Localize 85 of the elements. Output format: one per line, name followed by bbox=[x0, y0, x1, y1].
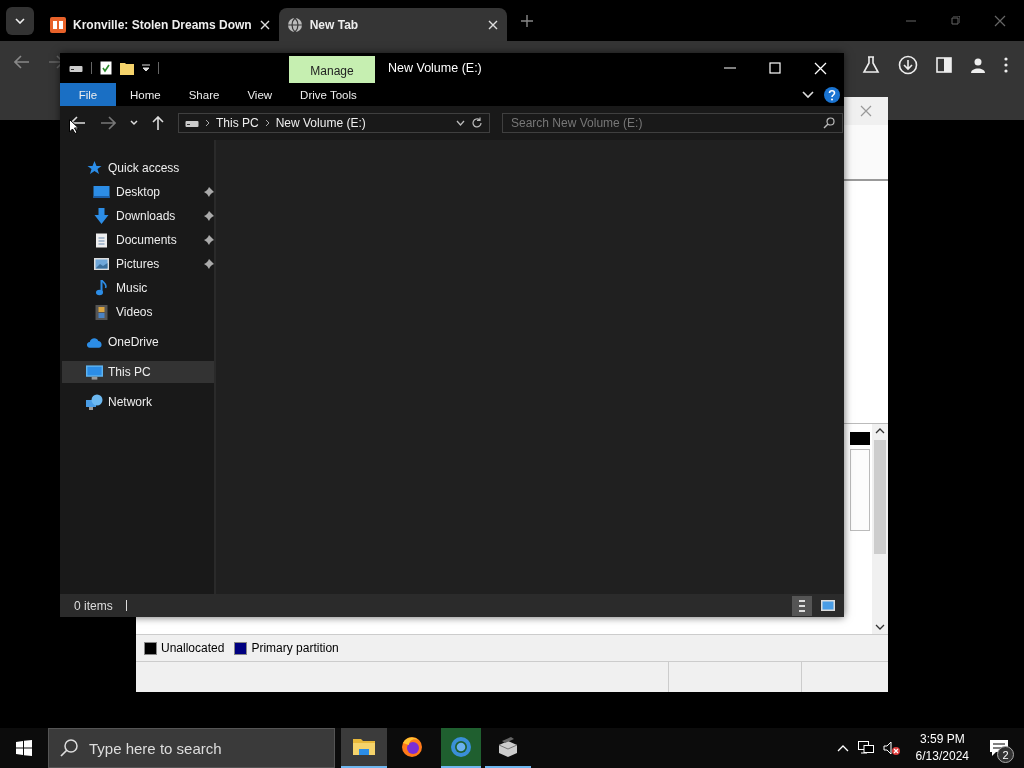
globe-icon bbox=[286, 16, 303, 33]
browser-tab[interactable]: Kronville: Stolen Dreams Down bbox=[42, 8, 279, 41]
breadcrumb[interactable]: This PC bbox=[216, 116, 259, 130]
partition-bar bbox=[850, 432, 870, 445]
site-logo-icon bbox=[50, 16, 66, 33]
network-icon bbox=[86, 394, 103, 410]
nav-item[interactable]: Network bbox=[62, 391, 214, 413]
help-icon[interactable] bbox=[824, 86, 840, 103]
mouse-pointer-icon bbox=[69, 119, 79, 134]
scroll-down-icon[interactable] bbox=[875, 624, 885, 630]
properties-icon[interactable] bbox=[100, 61, 112, 75]
browser-circle-icon bbox=[449, 735, 473, 759]
ribbon-tab[interactable]: Share bbox=[174, 83, 234, 106]
browser-tab[interactable]: New Tab bbox=[278, 8, 507, 41]
nav-item[interactable]: Pictures bbox=[62, 253, 214, 275]
dropdown-icon[interactable] bbox=[142, 64, 150, 72]
desktop-icon bbox=[93, 186, 110, 198]
download-arrow-icon bbox=[93, 208, 110, 224]
drive-icon[interactable] bbox=[69, 63, 83, 73]
nav-item[interactable]: Music bbox=[62, 277, 214, 299]
recent-dropdown-icon[interactable] bbox=[130, 120, 138, 126]
scroll-up-icon[interactable] bbox=[875, 428, 885, 434]
dropdown-icon[interactable] bbox=[456, 120, 465, 126]
close-icon[interactable] bbox=[486, 18, 499, 31]
ribbon-tab[interactable]: Drive Tools bbox=[286, 83, 371, 106]
taskbar-app-button[interactable] bbox=[341, 728, 387, 768]
picture-icon bbox=[93, 258, 110, 270]
picture-icon bbox=[821, 600, 835, 611]
close-icon[interactable] bbox=[258, 18, 271, 31]
speaker-muted-icon[interactable] bbox=[882, 741, 901, 755]
nav-item[interactable]: Videos bbox=[62, 301, 214, 323]
search-field[interactable]: Type here to search bbox=[48, 728, 335, 768]
up-arrow-icon[interactable] bbox=[152, 116, 164, 130]
chevron-down-icon bbox=[15, 17, 25, 24]
nav-item[interactable]: Documents bbox=[62, 229, 214, 251]
expand-ribbon-icon[interactable] bbox=[802, 90, 814, 99]
legend-label: Primary partition bbox=[251, 641, 339, 655]
film-icon bbox=[93, 304, 110, 320]
nav-item[interactable]: OneDrive bbox=[62, 331, 214, 353]
document-icon bbox=[93, 232, 110, 248]
nav-item[interactable]: Desktop bbox=[62, 181, 214, 203]
breadcrumb[interactable]: New Volume (E:) bbox=[275, 116, 366, 130]
star-icon bbox=[86, 161, 103, 175]
flask-icon[interactable] bbox=[862, 56, 880, 74]
refresh-icon[interactable] bbox=[471, 117, 483, 129]
tab-search-button[interactable] bbox=[6, 6, 34, 35]
network-icon[interactable] bbox=[857, 741, 874, 755]
cloud-icon bbox=[86, 336, 103, 348]
scrollbar-thumb[interactable] bbox=[874, 440, 886, 554]
context-tab[interactable]: Manage bbox=[289, 56, 375, 83]
notification-button[interactable]: 2 bbox=[984, 733, 1014, 763]
window-title: New Volume (E:) bbox=[388, 61, 482, 75]
fox-globe-icon bbox=[400, 735, 424, 759]
new-folder-icon[interactable] bbox=[120, 61, 134, 75]
ribbon-tab[interactable]: Home bbox=[116, 83, 175, 106]
nav-item[interactable]: Downloads bbox=[62, 205, 214, 227]
file-menu-button[interactable]: File bbox=[60, 83, 116, 106]
drive-icon bbox=[185, 118, 199, 128]
scrollbar[interactable] bbox=[872, 424, 888, 634]
item-count: 0 items bbox=[74, 598, 113, 613]
monitor-icon bbox=[86, 364, 103, 380]
address-bar[interactable]: This PC New Volume (E:) bbox=[178, 113, 490, 133]
search-icon[interactable] bbox=[823, 117, 835, 129]
profile-icon[interactable] bbox=[970, 57, 986, 73]
ribbon-tab[interactable]: View bbox=[233, 83, 287, 106]
chevron-up-icon[interactable] bbox=[836, 744, 849, 752]
music-note-icon bbox=[93, 280, 110, 296]
legend-label: Unallocated bbox=[161, 641, 225, 655]
side-panel-icon[interactable] bbox=[936, 57, 952, 73]
details-view-button[interactable] bbox=[792, 595, 812, 616]
installer-box-icon bbox=[496, 735, 520, 759]
notification-count: 2 bbox=[997, 746, 1014, 763]
nav-item[interactable]: Quick access bbox=[62, 157, 214, 179]
forward-arrow-icon[interactable] bbox=[100, 116, 116, 130]
menu-icon[interactable] bbox=[1004, 57, 1008, 73]
chevron-right-icon bbox=[205, 119, 210, 127]
maximize-icon[interactable] bbox=[769, 62, 781, 74]
new-tab-icon[interactable] bbox=[520, 14, 533, 27]
clock[interactable]: 3:59 PM 6/13/2024 bbox=[915, 731, 969, 765]
download-icon[interactable] bbox=[898, 55, 918, 75]
windows-logo-icon bbox=[16, 740, 32, 756]
details-view-icon bbox=[799, 599, 805, 612]
nav-item[interactable]: This PC bbox=[62, 361, 214, 383]
search-field[interactable]: Search New Volume (E:) bbox=[502, 113, 843, 133]
chevron-right-icon bbox=[264, 119, 270, 127]
